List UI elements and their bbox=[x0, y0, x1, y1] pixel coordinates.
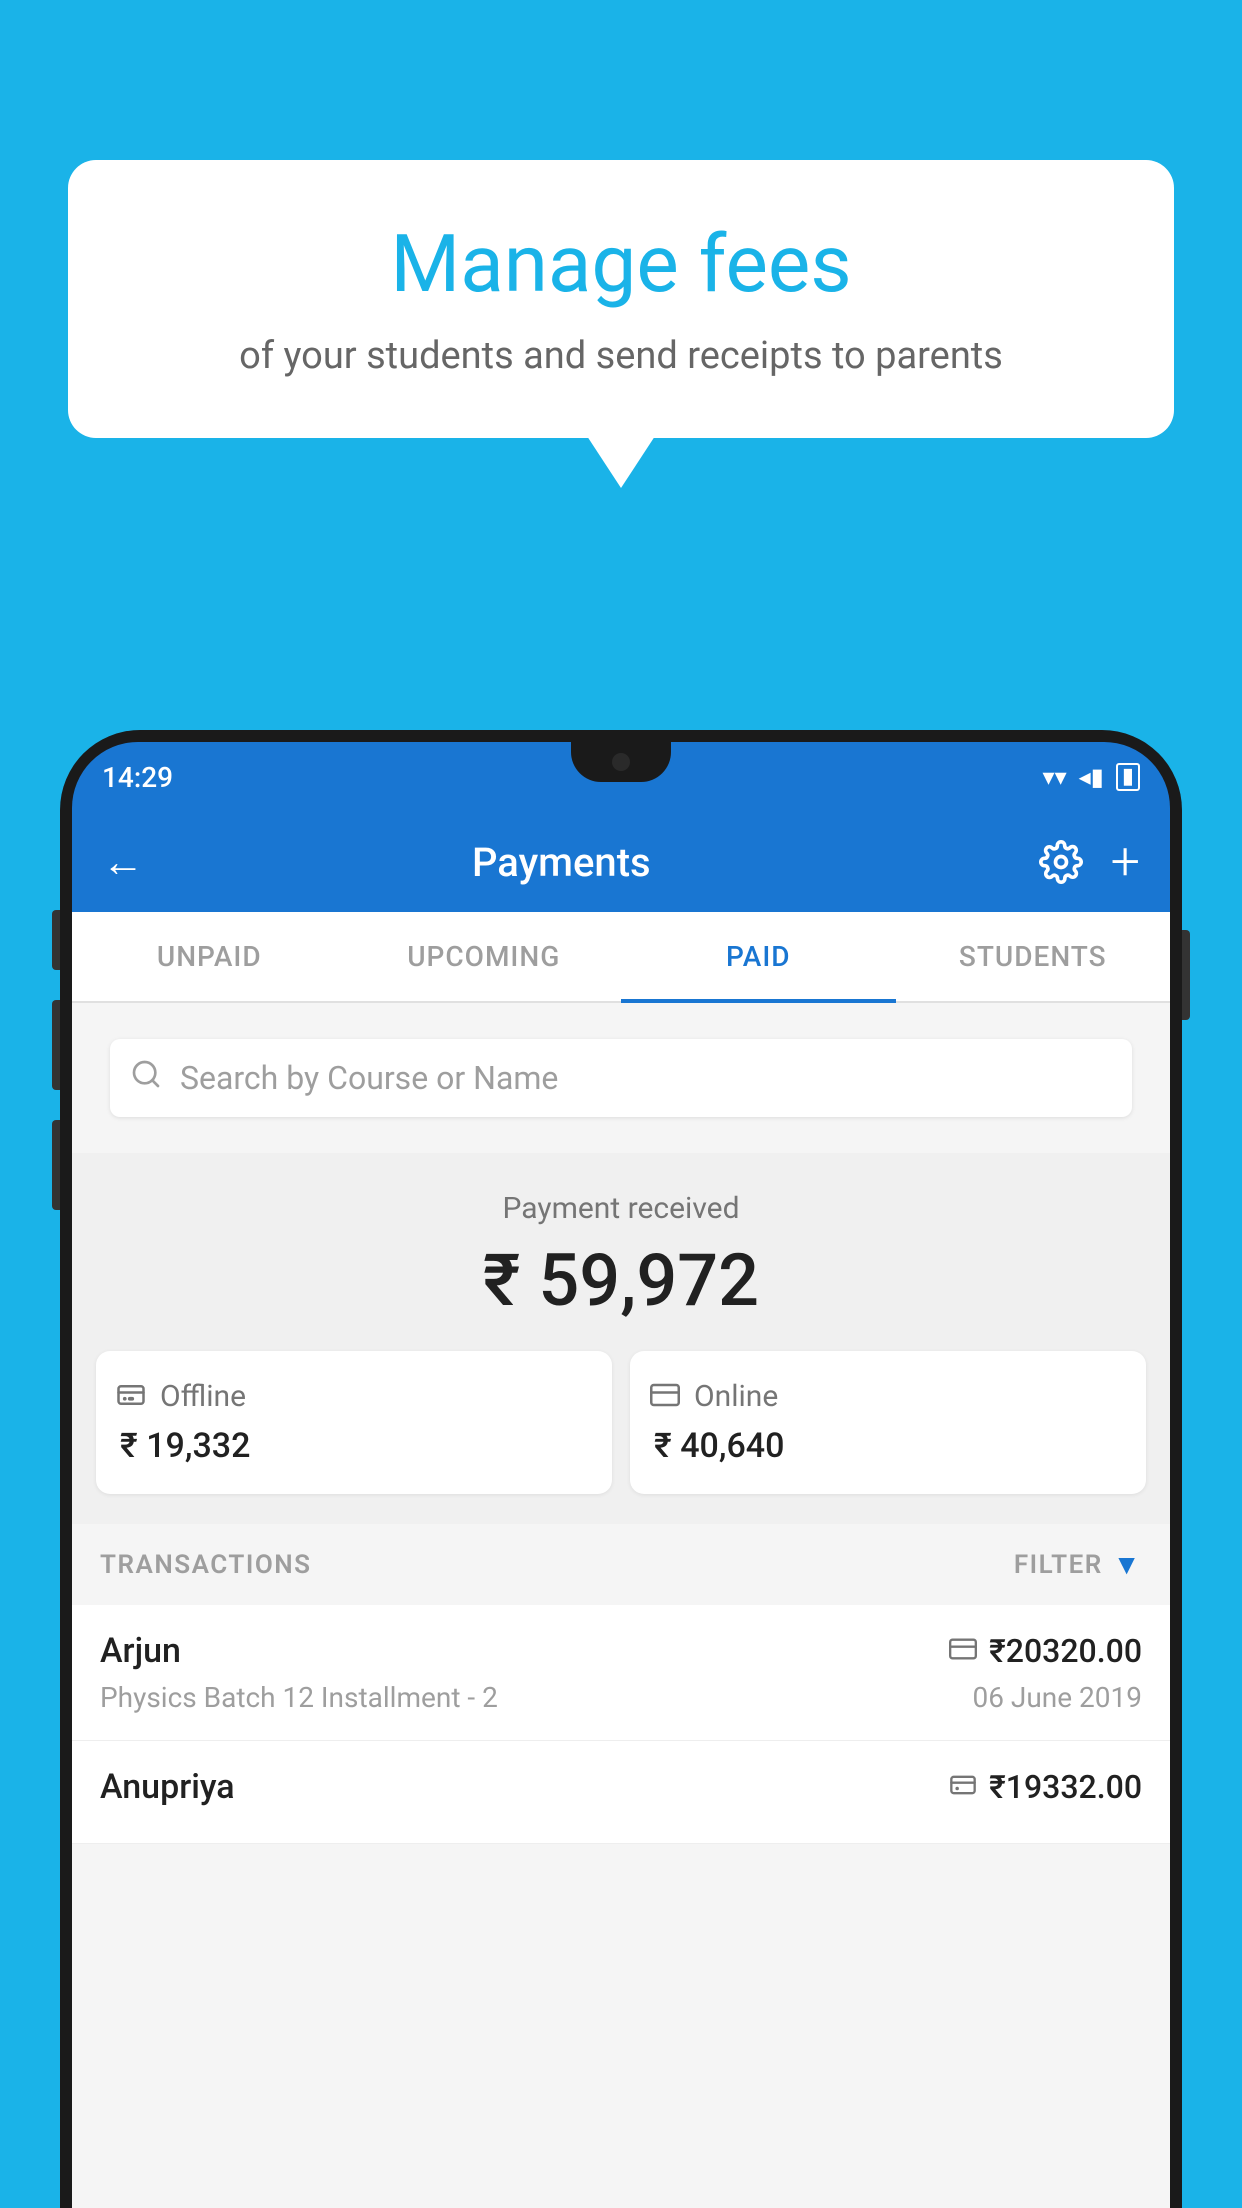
tab-upcoming[interactable]: UPCOMING bbox=[347, 912, 622, 1001]
offline-icon bbox=[116, 1380, 146, 1414]
payment-cards: Offline ₹ 19,332 bbox=[96, 1351, 1146, 1494]
offline-card-header: Offline bbox=[116, 1379, 246, 1414]
offline-amount: ₹ 19,332 bbox=[116, 1426, 250, 1466]
speech-bubble: Manage fees of your students and send re… bbox=[68, 160, 1174, 438]
phone-side-btn-left2 bbox=[52, 1000, 60, 1090]
online-card: Online ₹ 40,640 bbox=[630, 1351, 1146, 1494]
status-bar: 14:29 ▾▾ ◂▮ ▮ bbox=[72, 742, 1170, 812]
status-icons: ▾▾ ◂▮ ▮ bbox=[1043, 763, 1140, 791]
status-time: 14:29 bbox=[102, 761, 173, 794]
transaction-amount-2: ₹19332.00 bbox=[989, 1768, 1142, 1806]
camera bbox=[612, 753, 630, 771]
offline-card: Offline ₹ 19,332 bbox=[96, 1351, 612, 1494]
app-header: ← Payments + bbox=[72, 812, 1170, 912]
phone-side-btn-right bbox=[1182, 930, 1190, 1020]
search-placeholder: Search by Course or Name bbox=[180, 1059, 558, 1097]
filter-button[interactable]: FILTER ▼ bbox=[1014, 1548, 1142, 1581]
online-payment-icon-1 bbox=[949, 1635, 977, 1667]
table-row[interactable]: Arjun ₹20320.00 Physics bbox=[72, 1605, 1170, 1741]
transaction-date-1: 06 June 2019 bbox=[972, 1681, 1142, 1714]
bubble-title: Manage fees bbox=[118, 220, 1124, 308]
wifi-icon: ▾▾ bbox=[1043, 763, 1067, 791]
app-screen: ← Payments + UNPAID bbox=[72, 812, 1170, 2208]
online-amount: ₹ 40,640 bbox=[650, 1426, 784, 1466]
add-button[interactable]: + bbox=[1111, 836, 1140, 888]
transactions-label: TRANSACTIONS bbox=[100, 1550, 312, 1580]
header-actions: + bbox=[1039, 836, 1140, 888]
transaction-name-2: Anupriya bbox=[100, 1767, 235, 1807]
phone-side-btn-left3 bbox=[52, 1120, 60, 1210]
online-card-header: Online bbox=[650, 1379, 778, 1414]
transaction-name-1: Arjun bbox=[100, 1631, 181, 1671]
offline-label: Offline bbox=[160, 1379, 246, 1414]
transaction-bottom-1: Physics Batch 12 Installment - 2 06 June… bbox=[100, 1681, 1142, 1714]
transaction-course-1: Physics Batch 12 Installment - 2 bbox=[100, 1681, 498, 1714]
online-label: Online bbox=[694, 1379, 778, 1414]
payment-received-section: Payment received ₹ 59,972 bbox=[72, 1153, 1170, 1524]
tab-students[interactable]: STUDENTS bbox=[896, 912, 1171, 1001]
battery-icon: ▮ bbox=[1116, 763, 1140, 791]
signal-icon: ◂▮ bbox=[1079, 763, 1104, 791]
transactions-header: TRANSACTIONS FILTER ▼ bbox=[72, 1524, 1170, 1605]
notch bbox=[571, 742, 671, 782]
search-bar[interactable]: Search by Course or Name bbox=[110, 1039, 1132, 1117]
tab-paid[interactable]: PAID bbox=[621, 912, 896, 1001]
search-icon bbox=[130, 1057, 162, 1099]
phone-side-btn-left1 bbox=[52, 910, 60, 970]
payment-received-label: Payment received bbox=[92, 1191, 1150, 1226]
filter-icon: ▼ bbox=[1113, 1548, 1142, 1581]
tab-unpaid[interactable]: UNPAID bbox=[72, 912, 347, 1001]
page-title: Payments bbox=[164, 839, 959, 886]
table-row[interactable]: Anupriya ₹19332.00 bbox=[72, 1741, 1170, 1844]
transaction-amount-1: ₹20320.00 bbox=[989, 1632, 1142, 1670]
settings-icon[interactable] bbox=[1039, 840, 1083, 884]
transaction-amount-wrap-1: ₹20320.00 bbox=[949, 1632, 1142, 1670]
card-payment-icon bbox=[650, 1380, 680, 1414]
tabs-bar: UNPAID UPCOMING PAID STUDENTS bbox=[72, 912, 1170, 1003]
transaction-top-2: Anupriya ₹19332.00 bbox=[100, 1767, 1142, 1807]
bubble-subtitle: of your students and send receipts to pa… bbox=[118, 330, 1124, 383]
transaction-top-1: Arjun ₹20320.00 bbox=[100, 1631, 1142, 1671]
back-button[interactable]: ← bbox=[102, 838, 144, 887]
transaction-amount-wrap-2: ₹19332.00 bbox=[949, 1768, 1142, 1806]
offline-payment-icon-2 bbox=[949, 1771, 977, 1803]
payment-total-amount: ₹ 59,972 bbox=[92, 1238, 1150, 1323]
